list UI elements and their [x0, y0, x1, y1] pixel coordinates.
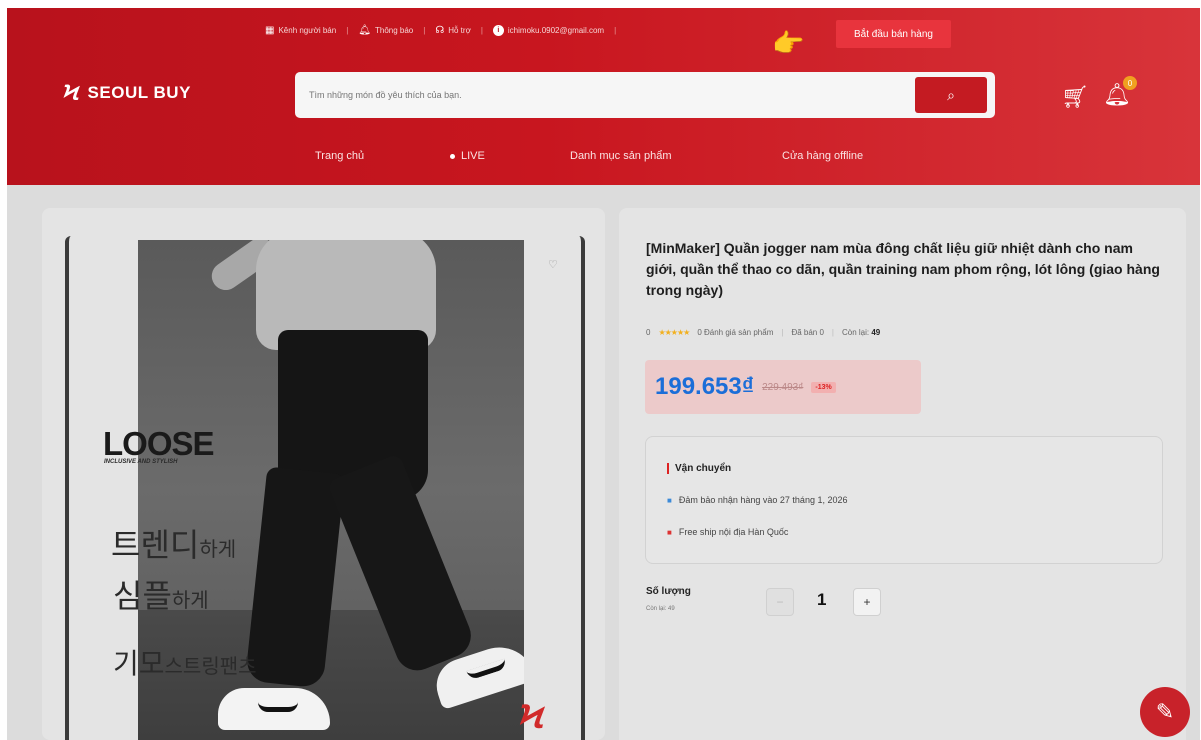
price-box: 199.653₫ 229.493₫ -13%: [645, 360, 921, 414]
rating-value: 0: [646, 328, 651, 337]
star-rating-icon: ★★★★★: [658, 328, 690, 337]
kr-big: 트렌디: [111, 527, 200, 563]
kr-big: 기모: [113, 648, 165, 679]
account-email: ichimoku.0902@gmail.com: [507, 26, 605, 35]
nav-item-home[interactable]: Trang chủ: [315, 150, 450, 162]
divider: |: [781, 328, 784, 337]
discount-badge: -13%: [811, 381, 836, 393]
divider: |: [831, 328, 834, 337]
start-selling-button[interactable]: Bắt đầu bán hàng: [836, 20, 951, 48]
nav-item-categories[interactable]: Danh mục sản phẩm: [570, 150, 782, 162]
quantity-value[interactable]: 1: [817, 590, 826, 610]
top-utility-bar: ▦ Kênh người bán | 🔔︎ Thông báo | ☊ Hỗ t…: [265, 25, 616, 36]
notifications-label: Thông báo: [375, 26, 414, 35]
avatar: i: [492, 25, 504, 36]
divider: |: [423, 26, 426, 35]
image-subline: INCLUSIVE AND STYLISH: [104, 459, 178, 465]
nav-item-offline-store[interactable]: Cửa hàng offline: [782, 150, 932, 162]
search-icon: ⌕: [947, 86, 955, 103]
divider: |: [346, 26, 349, 35]
nav-label: Trang chủ: [315, 150, 365, 162]
search-bar: ⌕: [295, 72, 995, 118]
truck-icon: ■: [667, 495, 672, 505]
divider: |: [480, 26, 483, 35]
swoosh-icon: [466, 658, 508, 681]
quantity-label: Số lượng: [646, 586, 691, 597]
nav-item-live[interactable]: LIVE: [450, 150, 570, 162]
search-input[interactable]: [309, 90, 909, 100]
nav-label: LIVE: [461, 150, 485, 162]
delivery-truck-icon: ■: [667, 527, 672, 537]
store-icon: ▦: [265, 25, 275, 36]
image-headline: LOOSE: [103, 425, 215, 462]
support-link[interactable]: ☊ Hỗ trợ: [435, 25, 470, 36]
stock-info: Còn lại: 49: [842, 328, 880, 337]
bell-icon: 🔔︎: [358, 25, 371, 36]
product-meta: 0 ★★★★★ 0 Đánh giá sản phẩm | Đã bán 0 |…: [646, 328, 880, 337]
logo-icon: Ϟ: [63, 80, 80, 105]
delivery-text: Đảm bảo nhận hàng vào 27 tháng 1, 2026: [678, 495, 848, 505]
review-count[interactable]: 0 Đánh giá sản phẩm: [697, 328, 773, 337]
seller-channel-link[interactable]: ▦ Kênh người bán: [265, 25, 336, 36]
notification-bell-icon[interactable]: 🔔︎ 0: [1103, 76, 1137, 108]
stock-label: Còn lại:: [842, 328, 870, 337]
cart-icon[interactable]: 🛒︎: [1061, 84, 1089, 110]
headset-icon: ☊: [435, 25, 445, 36]
kr-small: 스트링팬츠: [164, 656, 257, 678]
nav-label: Danh mục sản phẩm: [570, 150, 672, 162]
free-ship-info: ■ Free ship nội địa Hàn Quốc: [667, 527, 788, 537]
brand-logo[interactable]: Ϟ SEOUL BUY: [63, 80, 191, 106]
shipping-title: Vận chuyển: [667, 463, 731, 474]
pointing-hand-icon: 👉: [772, 28, 805, 58]
seller-channel-label: Kênh người bán: [278, 26, 337, 35]
stock-value: 49: [871, 328, 881, 337]
quantity-increase-button[interactable]: +: [853, 588, 881, 616]
page-frame: ▦ Kênh người bán | 🔔︎ Thông báo | ☊ Hỗ t…: [7, 8, 1200, 740]
image-korean-line-1: 트렌디하게: [111, 520, 236, 566]
account-link[interactable]: i ichimoku.0902@gmail.com: [492, 25, 605, 36]
chat-icon: ✎: [1155, 699, 1175, 724]
current-price: 199.653₫: [655, 373, 755, 400]
notification-badge: 0: [1122, 76, 1137, 90]
watermark-logo-icon: Ϟ: [519, 698, 545, 736]
kr-big: 심플: [113, 578, 172, 614]
chat-button[interactable]: ✎: [1140, 687, 1190, 737]
delivery-guarantee: ■ Đảm bảo nhận hàng vào 27 tháng 1, 2026: [667, 495, 847, 505]
main-nav: Trang chủ LIVE Danh mục sản phẩm Cửa hàn…: [315, 150, 932, 162]
free-ship-text: Free ship nội địa Hàn Quốc: [678, 527, 789, 537]
quantity-stock-note: Còn lại: 49: [646, 606, 675, 612]
live-dot-icon: [450, 153, 455, 159]
notifications-link[interactable]: 🔔︎ Thông báo: [358, 25, 413, 36]
image-korean-line-2: 심플하게: [113, 571, 209, 617]
image-korean-line-3: 기모스트링팬츠: [113, 642, 257, 682]
nav-label: Cửa hàng offline: [782, 150, 864, 162]
image-shoe-left: [218, 688, 330, 730]
search-button[interactable]: ⌕: [915, 77, 987, 113]
product-title: [MinMaker] Quần jogger nam mùa đông chất…: [646, 240, 1160, 298]
divider: |: [614, 26, 617, 35]
original-price: 229.493₫: [762, 381, 804, 393]
quantity-decrease-button[interactable]: −: [766, 588, 794, 616]
sold-count: Đã bán 0: [791, 328, 824, 337]
kr-small: 하게: [171, 590, 209, 612]
brand-name: SEOUL BUY: [87, 83, 191, 102]
site-header: ▦ Kênh người bán | 🔔︎ Thông báo | ☊ Hỗ t…: [7, 8, 1200, 185]
swoosh-icon: [258, 702, 298, 712]
support-label: Hỗ trợ: [448, 26, 471, 35]
kr-small: 하게: [199, 539, 237, 561]
